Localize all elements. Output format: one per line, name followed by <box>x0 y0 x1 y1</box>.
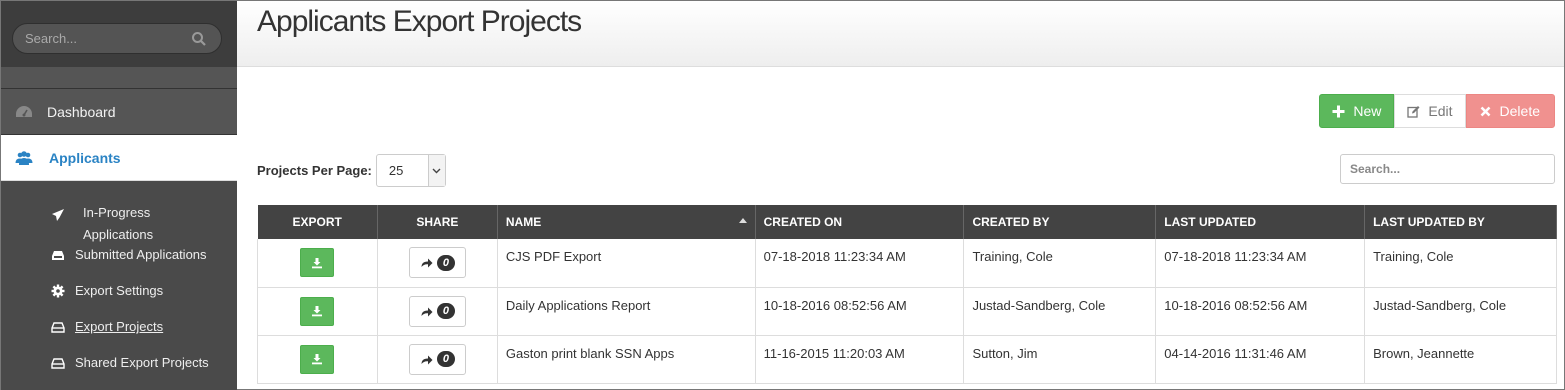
sidebar-subitem-label: Submitted Applications <box>75 247 207 262</box>
plus-icon <box>1332 105 1345 117</box>
share-cell: 0 <box>377 239 498 288</box>
column-header-label: NAME <box>505 215 542 229</box>
sidebar-subitem-label: Export Projects <box>75 319 164 334</box>
dashboard-icon <box>16 105 32 117</box>
cell-last-updated-by: Justad-Sandberg, Cole <box>1364 287 1557 336</box>
cell-last-updated-by: Brown, Jeannette <box>1364 335 1557 384</box>
table-search-input[interactable] <box>1341 155 1554 183</box>
export-cell <box>257 239 378 288</box>
paper-plane-icon <box>52 209 64 221</box>
table-row: 0 CJS PDF Export 07-18-2018 11:23:34 AM … <box>257 239 1557 288</box>
search-icon[interactable] <box>191 31 207 47</box>
close-icon <box>1480 106 1490 116</box>
export-download-button[interactable] <box>300 248 335 278</box>
sidebar-subitem-label: Shared Export Projects <box>75 355 209 370</box>
sidebar-subnav: In-Progress Applications Submitted Appli… <box>1 181 237 389</box>
share-button[interactable]: 0 <box>408 247 466 279</box>
cell-name[interactable]: Gaston print blank SSN Apps <box>497 335 756 384</box>
delete-button[interactable]: Delete <box>1465 94 1555 128</box>
cell-last-updated-by: Training, Cole <box>1364 239 1557 288</box>
sidebar-subitem-export-projects[interactable]: Export Projects <box>1 317 237 353</box>
share-arrow-icon <box>421 258 433 268</box>
per-page-control: Projects Per Page: 25 <box>257 154 446 187</box>
column-header-export[interactable]: EXPORT <box>257 205 378 239</box>
share-button[interactable]: 0 <box>408 343 466 375</box>
page-title: Applicants Export Projects <box>257 5 582 38</box>
sidebar-search <box>12 23 222 54</box>
download-icon <box>312 354 323 365</box>
share-arrow-icon <box>421 307 433 316</box>
per-page-label: Projects Per Page: <box>257 163 372 178</box>
sidebar-subitem-submitted-applications[interactable]: Submitted Applications <box>1 245 237 281</box>
column-header-last-updated-by[interactable]: LAST UPDATED BY <box>1364 205 1557 239</box>
cell-created-by: Justad-Sandberg, Cole <box>963 287 1157 336</box>
inbox-icon <box>52 251 64 260</box>
sidebar-subitem-export-settings[interactable]: Export Settings <box>1 281 237 317</box>
delete-button-label: Delete <box>1499 103 1540 119</box>
table-row: 0 Daily Applications Report 10-18-2016 0… <box>257 287 1557 336</box>
share-count-badge: 0 <box>436 303 455 319</box>
download-icon <box>312 257 323 269</box>
table-row: 0 Gaston print blank SSN Apps 11-16-2015… <box>257 335 1557 384</box>
per-page-value: 25 <box>388 163 404 178</box>
sidebar-item-label: Dashboard <box>47 103 116 120</box>
table-search <box>1340 154 1555 184</box>
sidebar-subitem-shared-export-projects[interactable]: Shared Export Projects <box>1 353 237 389</box>
hdd-icon <box>51 322 65 333</box>
cell-created-on: 07-18-2018 11:23:34 AM <box>755 239 965 288</box>
edit-icon <box>1407 105 1420 118</box>
share-cell: 0 <box>377 287 498 336</box>
new-button[interactable]: New <box>1319 94 1395 128</box>
sidebar-subitem-label: Export Settings <box>75 283 164 298</box>
download-icon <box>312 306 323 317</box>
column-header-created-by[interactable]: CREATED BY <box>963 205 1157 239</box>
edit-button-label: Edit <box>1428 103 1453 119</box>
cell-created-by: Sutton, Jim <box>963 335 1157 384</box>
edit-button[interactable]: Edit <box>1394 94 1466 128</box>
share-cell: 0 <box>377 335 498 384</box>
export-download-button[interactable] <box>300 344 335 374</box>
sidebar-divider <box>1 67 237 89</box>
cell-created-by: Training, Cole <box>963 239 1157 288</box>
sidebar-item-applicants[interactable]: Applicants <box>1 135 237 181</box>
gear-icon <box>51 284 65 298</box>
cell-created-on: 11-16-2015 11:20:03 AM <box>755 335 965 384</box>
page-header: Applicants Export Projects <box>237 1 1564 67</box>
cell-name[interactable]: CJS PDF Export <box>497 239 756 288</box>
column-header-name[interactable]: NAME <box>497 205 756 239</box>
chevron-down-icon <box>427 155 445 186</box>
share-button[interactable]: 0 <box>408 295 466 327</box>
sidebar-search-area <box>1 1 237 67</box>
cell-last-updated: 07-18-2018 11:23:34 AM <box>1155 239 1366 288</box>
cell-last-updated: 10-18-2016 08:52:56 AM <box>1155 287 1366 336</box>
sidebar-subitem-label: In-Progress Applications <box>83 205 154 242</box>
export-cell <box>257 335 378 384</box>
sidebar-subitem-in-progress-applications[interactable]: In-Progress Applications <box>1 187 237 245</box>
hdd-icon <box>51 358 65 369</box>
sidebar: Dashboard Applicants In-Progress Applica… <box>1 1 237 390</box>
cell-last-updated: 04-14-2016 11:31:46 AM <box>1155 335 1366 384</box>
column-header-last-updated[interactable]: LAST UPDATED <box>1155 205 1366 239</box>
cell-created-on: 10-18-2016 08:52:56 AM <box>755 287 965 336</box>
action-toolbar: New Edit Delete <box>1319 94 1555 128</box>
per-page-select[interactable]: 25 <box>375 154 446 187</box>
share-count-badge: 0 <box>436 254 455 271</box>
sidebar-item-dashboard[interactable]: Dashboard <box>1 89 237 135</box>
sidebar-search-input[interactable] <box>13 24 183 53</box>
cell-name[interactable]: Daily Applications Report <box>497 287 756 336</box>
share-count-badge: 0 <box>436 351 455 367</box>
table-header-row: EXPORT SHARE NAME CREATED ON CREATED BY … <box>257 205 1557 239</box>
new-button-label: New <box>1353 103 1382 119</box>
share-arrow-icon <box>421 355 433 364</box>
column-header-share[interactable]: SHARE <box>377 205 498 239</box>
sidebar-item-label: Applicants <box>49 149 121 166</box>
column-header-created-on[interactable]: CREATED ON <box>755 205 965 239</box>
export-cell <box>257 287 378 336</box>
export-projects-table: EXPORT SHARE NAME CREATED ON CREATED BY … <box>257 205 1557 384</box>
users-icon <box>15 150 33 165</box>
export-download-button[interactable] <box>300 296 335 326</box>
sort-ascending-icon <box>738 218 747 223</box>
